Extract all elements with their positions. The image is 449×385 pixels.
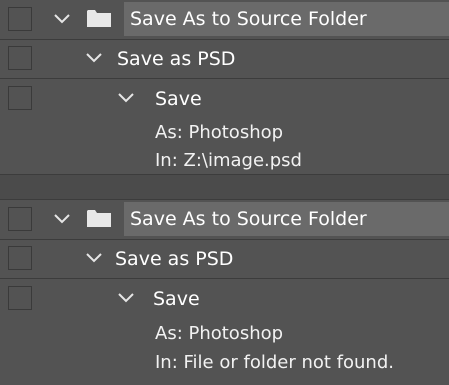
action-label[interactable]: Save as PSD <box>115 248 233 270</box>
action-row[interactable]: Save as PSD <box>0 39 449 79</box>
action-panel-1: Save As to Source Folder Save as PSD Sav… <box>0 0 449 174</box>
chevron-down-icon[interactable] <box>86 253 102 263</box>
folder-icon <box>86 8 112 28</box>
action-label[interactable]: Save as PSD <box>117 48 235 70</box>
checkbox-icon[interactable] <box>8 286 32 310</box>
checkbox-icon[interactable] <box>8 46 32 70</box>
action-set-row[interactable]: Save As to Source Folder <box>0 200 449 240</box>
action-row[interactable]: Save as PSD <box>0 239 449 279</box>
action-set-title[interactable]: Save As to Source Folder <box>124 2 449 36</box>
chevron-down-icon[interactable] <box>54 14 70 24</box>
action-set-title[interactable]: Save As to Source Folder <box>124 202 449 236</box>
command-label[interactable]: Save <box>155 88 202 110</box>
action-panel-2: Save As to Source Folder Save as PSD Sav… <box>0 200 449 385</box>
command-detail-as: As: Photoshop <box>155 323 284 344</box>
chevron-down-icon[interactable] <box>118 293 134 303</box>
command-row[interactable]: Save As: Photoshop In: File or folder no… <box>0 279 449 385</box>
folder-icon <box>86 208 112 228</box>
chevron-down-icon[interactable] <box>118 93 134 103</box>
chevron-down-icon[interactable] <box>86 53 102 63</box>
panel-divider <box>0 174 449 200</box>
action-set-row[interactable]: Save As to Source Folder <box>0 0 449 40</box>
chevron-down-icon[interactable] <box>54 214 70 224</box>
checkbox-icon[interactable] <box>8 246 32 270</box>
command-detail-in: In: File or folder not found. <box>155 352 394 373</box>
command-row[interactable]: Save As: Photoshop In: Z:\image.psd <box>0 79 449 174</box>
command-detail-as: As: Photoshop <box>155 122 284 143</box>
command-detail-in: In: Z:\image.psd <box>155 150 302 171</box>
checkbox-icon[interactable] <box>8 207 32 231</box>
checkbox-icon[interactable] <box>8 86 32 110</box>
command-label[interactable]: Save <box>153 288 200 310</box>
checkbox-icon[interactable] <box>8 7 32 31</box>
